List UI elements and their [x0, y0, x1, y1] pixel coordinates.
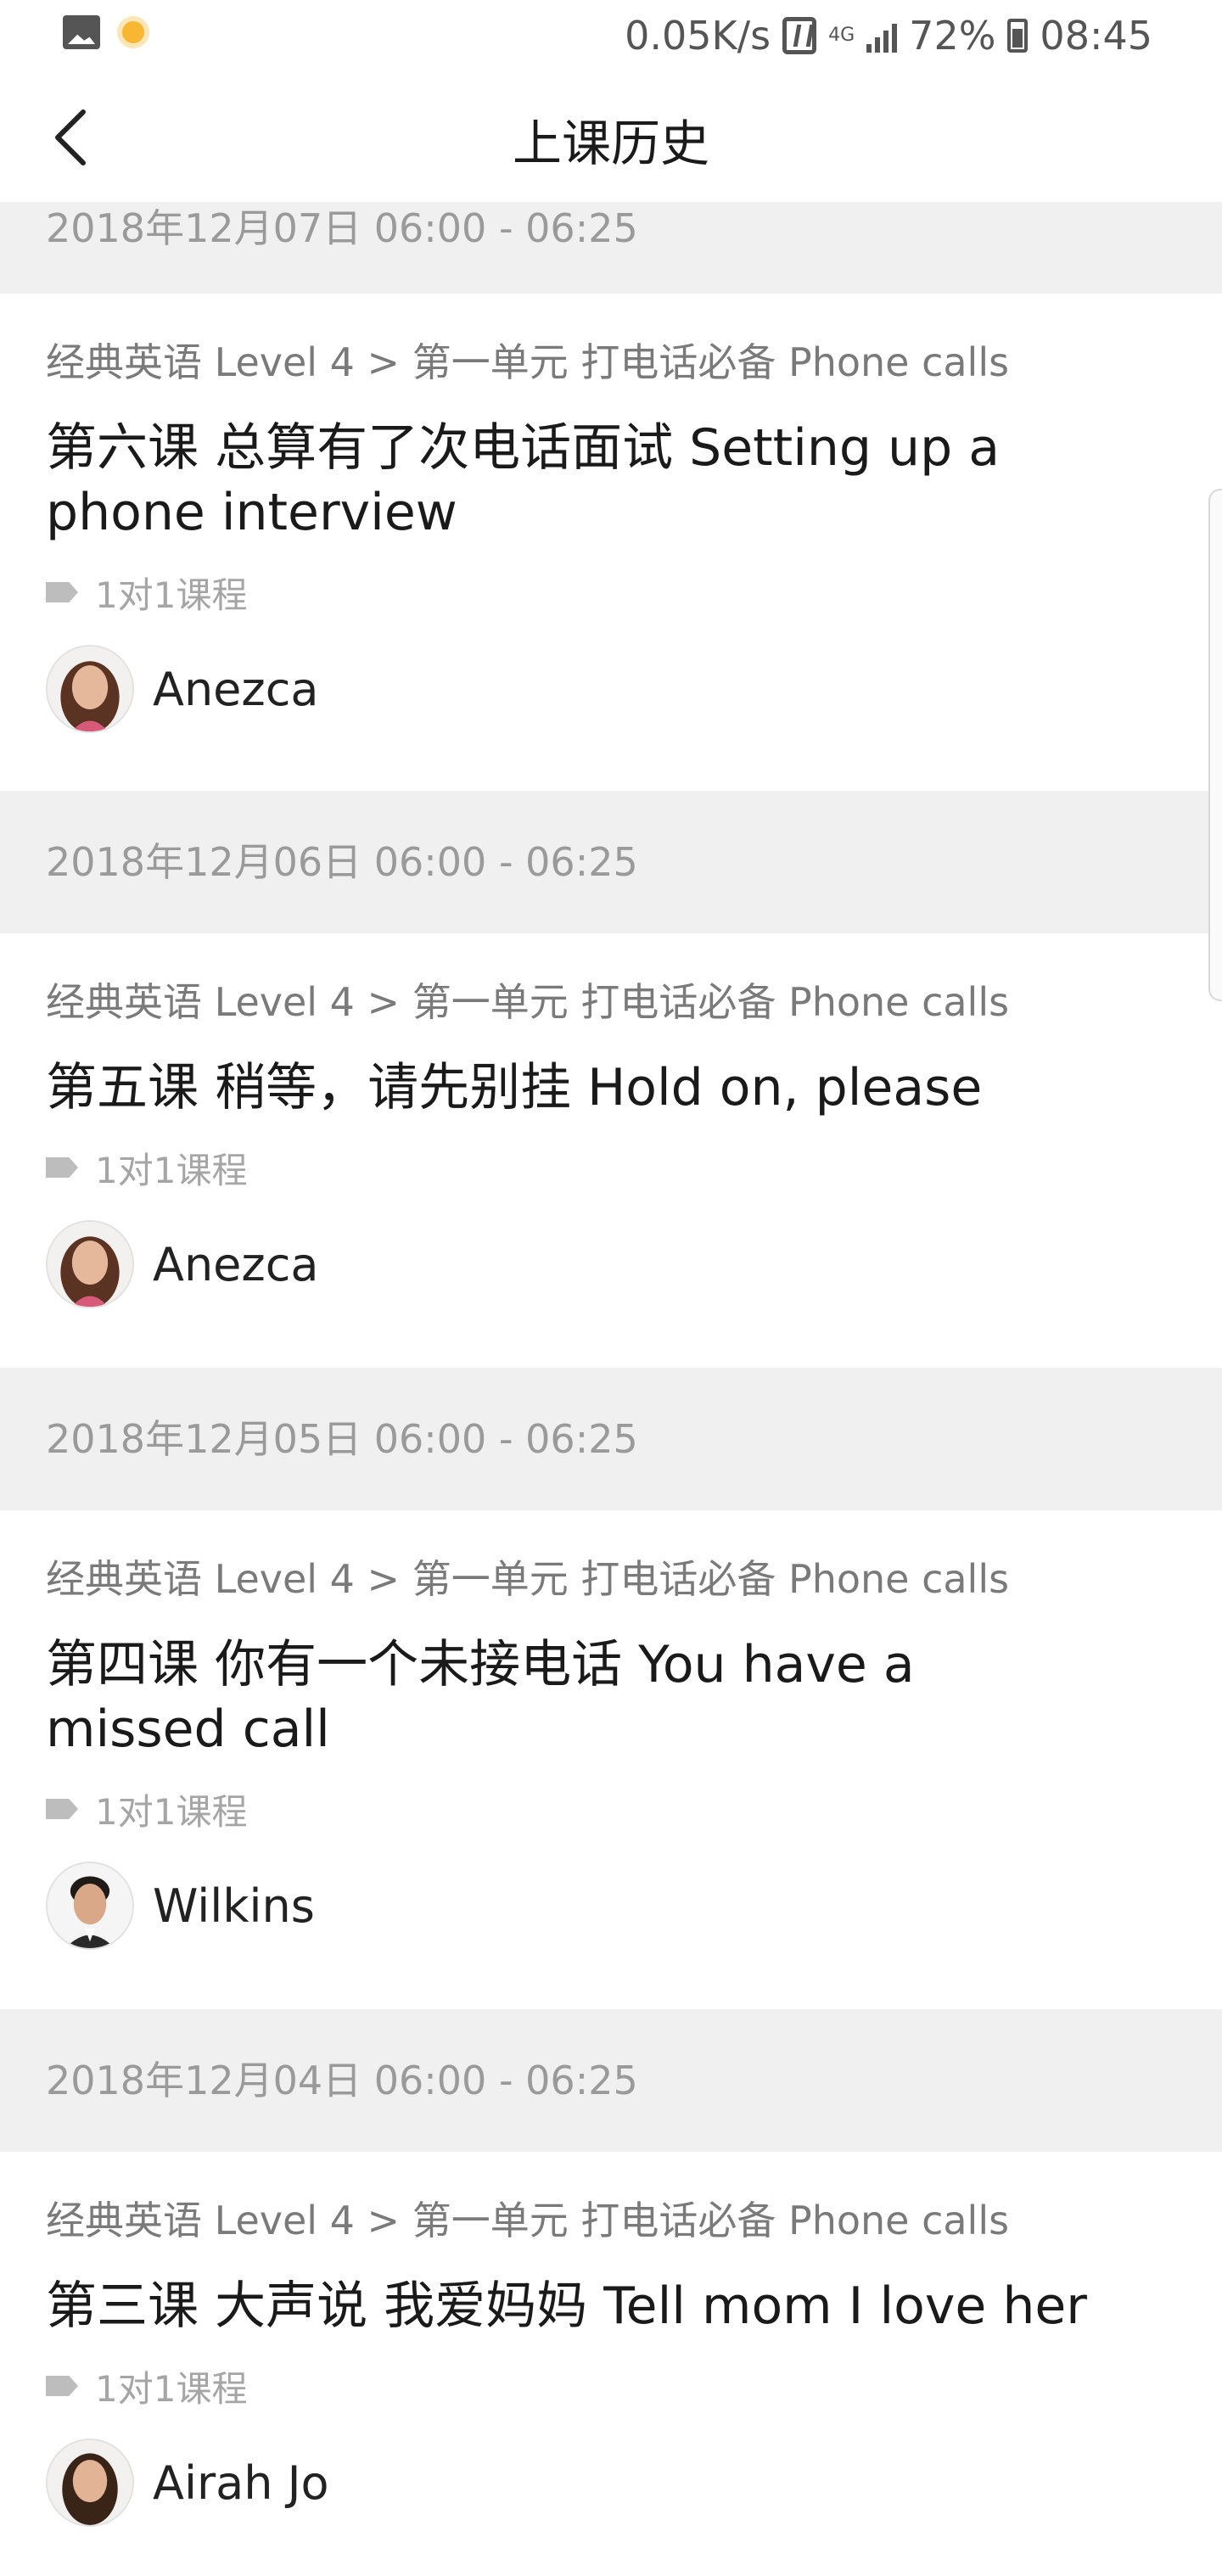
- date-header: 2018年12月07日 06:00 - 06:25: [0, 202, 1222, 294]
- signal-icon: [866, 19, 898, 53]
- scroll-handle[interactable]: [1208, 489, 1222, 1001]
- course-breadcrumb: 经典英语 Level 4 > 第一单元 打电话必备 Phone calls: [46, 979, 1010, 1025]
- session-card[interactable]: 经典英语 Level 4 > 第一单元 打电话必备 Phone calls 第三…: [0, 2152, 1222, 2576]
- session-date: 2018年12月05日 06:00 - 06:25: [46, 1416, 638, 1462]
- session-card[interactable]: 经典英语 Level 4 > 第一单元 打电话必备 Phone calls 第六…: [0, 294, 1222, 791]
- page-title: 上课历史: [512, 115, 709, 172]
- teacher-name: Airah Jo: [153, 2456, 329, 2510]
- weather-sun-icon: [122, 21, 144, 43]
- course-type-label: 1对1课程: [95, 2367, 248, 2410]
- battery-percent: 72%: [909, 13, 996, 59]
- network-speed: 0.05K/s: [625, 13, 771, 59]
- tag-icon: [46, 582, 78, 602]
- lesson-title: 第六课 总算有了次电话面试 Setting up a phone intervi…: [46, 418, 1001, 542]
- lesson-title: 第三课 大声说 我爱妈妈 Tell mom I love her: [46, 2276, 1087, 2336]
- status-bar: 0.05K/s 4G 72% 08:45: [0, 0, 1222, 73]
- teacher-avatar[interactable]: [46, 2439, 134, 2527]
- teacher-info[interactable]: Anezca: [46, 645, 1176, 762]
- teacher-avatar[interactable]: [46, 645, 134, 733]
- session-date: 2018年12月07日 06:00 - 06:25: [46, 205, 638, 251]
- tag-icon: [46, 1157, 78, 1178]
- teacher-info[interactable]: Anezca: [46, 1220, 1176, 1337]
- app-header: 上课历史: [0, 73, 1222, 204]
- teacher-avatar[interactable]: [46, 1220, 134, 1308]
- date-header: 2018年12月04日 06:00 - 06:25: [0, 2009, 1222, 2152]
- lesson-title: 第四课 你有一个未接电话 You have a missed call: [46, 1635, 915, 1759]
- teacher-info[interactable]: Airah Jo: [46, 2439, 1176, 2556]
- gallery-notification-icon: [63, 15, 100, 49]
- course-type-tag: 1对1课程: [46, 1144, 1176, 1191]
- nfc-icon: [782, 17, 817, 54]
- date-header: 2018年12月06日 06:00 - 06:25: [0, 791, 1222, 933]
- course-type-label: 1对1课程: [95, 1790, 248, 1833]
- course-type-tag: 1对1课程: [46, 1785, 1176, 1833]
- teacher-name: Anezca: [153, 662, 319, 716]
- clock: 08:45: [1040, 13, 1152, 59]
- tag-icon: [46, 2376, 78, 2396]
- course-breadcrumb: 经典英语 Level 4 > 第一单元 打电话必备 Phone calls: [46, 339, 1010, 385]
- course-breadcrumb: 经典英语 Level 4 > 第一单元 打电话必备 Phone calls: [46, 1556, 1010, 1602]
- date-header: 2018年12月05日 06:00 - 06:25: [0, 1368, 1222, 1510]
- battery-icon: [1007, 19, 1029, 53]
- course-type-tag: 1对1课程: [46, 2362, 1176, 2410]
- history-list[interactable]: 2018年12月07日 06:00 - 06:25 经典英语 Level 4 >…: [0, 202, 1222, 2576]
- session-card[interactable]: 经典英语 Level 4 > 第一单元 打电话必备 Phone calls 第四…: [0, 1510, 1222, 2009]
- session-date: 2018年12月04日 06:00 - 06:25: [46, 2058, 638, 2103]
- tag-icon: [46, 1799, 78, 1819]
- teacher-avatar[interactable]: [46, 1862, 134, 1950]
- course-breadcrumb: 经典英语 Level 4 > 第一单元 打电话必备 Phone calls: [46, 2198, 1010, 2243]
- teacher-name: Anezca: [153, 1237, 319, 1291]
- network-type: 4G: [828, 25, 855, 46]
- course-type-tag: 1对1课程: [46, 568, 1176, 616]
- session-card[interactable]: 经典英语 Level 4 > 第一单元 打电话必备 Phone calls 第五…: [0, 933, 1222, 1368]
- lesson-title: 第五课 稍等，请先别挂 Hold on, please: [46, 1058, 983, 1117]
- teacher-name: Wilkins: [153, 1879, 315, 1933]
- session-date: 2018年12月06日 06:00 - 06:25: [46, 839, 638, 885]
- course-type-label: 1对1课程: [95, 1149, 248, 1191]
- course-type-label: 1对1课程: [95, 574, 248, 616]
- teacher-info[interactable]: Wilkins: [46, 1862, 1176, 1979]
